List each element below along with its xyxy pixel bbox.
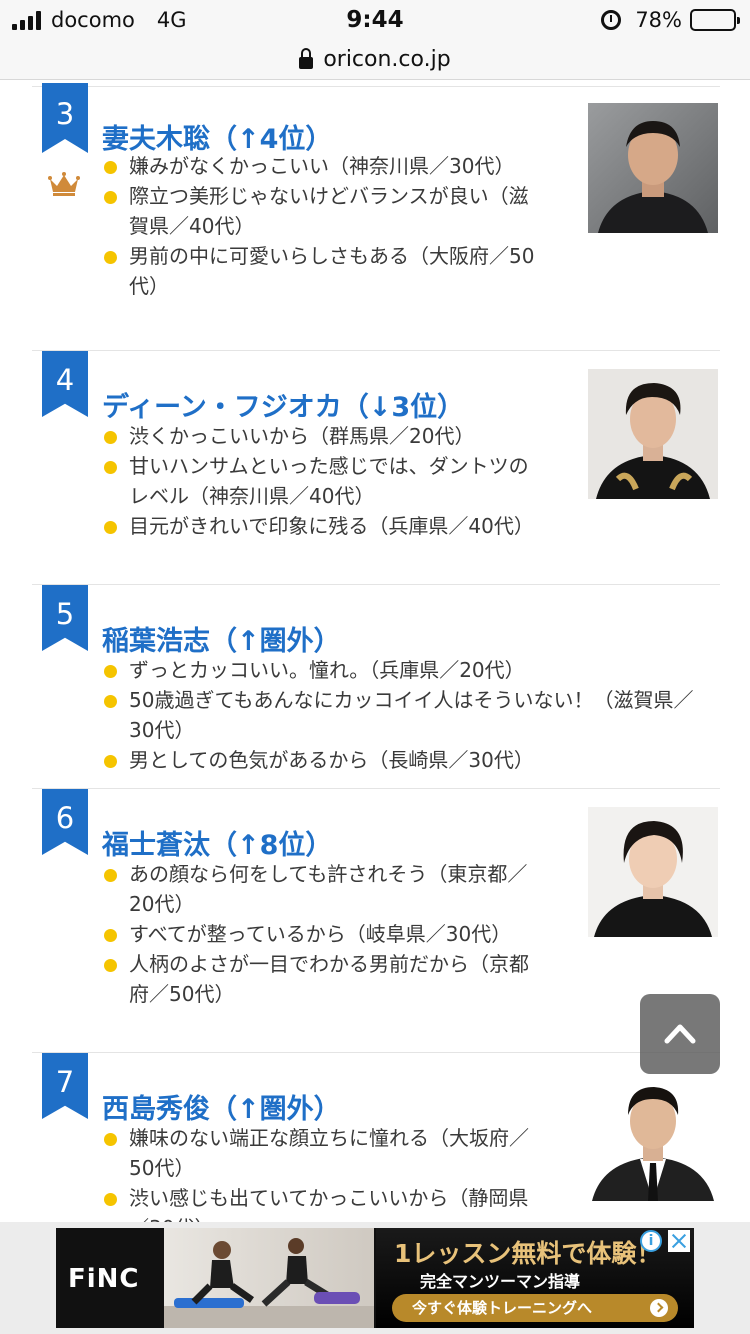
- chevron-up-icon: [664, 1024, 696, 1044]
- ad-info-icon[interactable]: i: [640, 1230, 662, 1252]
- ranking-item: 6 福士蒼汰（↑8位） あの顔なら何をしても許されそう（東京都／20代） すべて…: [32, 788, 720, 1052]
- crown-icon: [48, 172, 80, 196]
- ad-cta-button[interactable]: 今すぐ体験トレーニングへ: [392, 1294, 678, 1322]
- comment: 目元がきれいで印象に残る（兵庫県／40代）: [102, 511, 542, 541]
- url-domain: oricon.co.jp: [323, 47, 451, 72]
- chevron-right-icon: [650, 1299, 668, 1317]
- battery-icon: [690, 9, 740, 31]
- lock-icon: [299, 47, 314, 69]
- comment: 人柄のよさが一目でわかる男前だから（京都府／50代）: [102, 949, 542, 1009]
- item-title[interactable]: ディーン・フジオカ（↓3位）: [102, 385, 464, 424]
- ad-subline: 完全マンツーマン指導: [420, 1272, 581, 1291]
- rank-badge: 6: [42, 789, 88, 855]
- ad-close-icon[interactable]: [668, 1230, 690, 1252]
- comment-list: 嫌みがなくかっこいい（神奈川県／30代） 際立つ美形じゃないけどバランスが良い（…: [102, 151, 542, 301]
- ranking-item: 7 西島秀俊（↑圏外） 嫌味のない端正な顔立ちに憧れる（大坂府／50代） 渋い感…: [32, 1052, 720, 1222]
- person-photo[interactable]: [588, 103, 718, 233]
- item-title[interactable]: 西島秀俊（↑圏外）: [102, 1087, 341, 1126]
- comment: 嫌みがなくかっこいい（神奈川県／30代）: [102, 151, 542, 181]
- comment: 嫌味のない端正な顔立ちに憧れる（大坂府／50代）: [102, 1123, 542, 1183]
- rank-badge: 7: [42, 1053, 88, 1119]
- comment: 渋い感じも出ていてかっこいいから（静岡県／30代）: [102, 1183, 542, 1222]
- comment-list: 嫌味のない端正な顔立ちに憧れる（大坂府／50代） 渋い感じも出ていてかっこいいか…: [102, 1123, 542, 1222]
- rank-badge: 5: [42, 585, 88, 651]
- comment: 際立つ美形じゃないけどバランスが良い（滋賀県／40代）: [102, 181, 542, 241]
- person-photo[interactable]: [588, 369, 718, 499]
- item-title[interactable]: 稲葉浩志（↑圏外）: [102, 619, 341, 658]
- item-title[interactable]: 福士蒼汰（↑8位）: [102, 823, 332, 862]
- ranking-item: 5 稲葉浩志（↑圏外） ずっとカッコいい。憧れ。（兵庫県／20代） 50歳過ぎて…: [32, 584, 720, 788]
- status-bar: docomo 4G 9:44 78%: [0, 0, 750, 40]
- alarm-icon: [601, 10, 622, 30]
- address-bar[interactable]: oricon.co.jp: [0, 40, 750, 80]
- comment: ずっとカッコいい。憧れ。（兵庫県／20代）: [102, 655, 712, 685]
- ranking-item: 4 ディーン・フジオカ（↓3位） 渋くかっこいいから（群馬県／20代） 甘いハン…: [32, 350, 720, 584]
- ad-photo: [164, 1228, 374, 1328]
- ad-cta-label: 今すぐ体験トレーニングへ: [412, 1299, 593, 1317]
- battery-percent: 78%: [635, 8, 682, 32]
- ad-brand-logo: FiNC: [68, 1264, 140, 1294]
- rank-badge: 4: [42, 351, 88, 417]
- ranking-list: 3 妻夫木聡（↑4位） 嫌みがなくかっこいい（神奈川県／30代） 際立つ美形じゃ…: [0, 82, 750, 1222]
- comment: あの顔なら何をしても許されそう（東京都／20代）: [102, 859, 542, 919]
- comment-list: 渋くかっこいいから（群馬県／20代） 甘いハンサムといった感じでは、ダントツのレ…: [102, 421, 542, 541]
- person-photo[interactable]: [588, 1071, 718, 1201]
- comment: 渋くかっこいいから（群馬県／20代）: [102, 421, 542, 451]
- comment-list: ずっとカッコいい。憧れ。（兵庫県／20代） 50歳過ぎてもあんなにカッコイイ人は…: [102, 655, 712, 775]
- rank-badge: 3: [42, 83, 88, 153]
- comment: すべてが整っているから（岐阜県／30代）: [102, 919, 542, 949]
- comment: 甘いハンサムといった感じでは、ダントツのレベル（神奈川県／40代）: [102, 451, 542, 511]
- ranking-item: 3 妻夫木聡（↑4位） 嫌みがなくかっこいい（神奈川県／30代） 際立つ美形じゃ…: [32, 83, 720, 350]
- person-photo[interactable]: [588, 807, 718, 937]
- ad-banner[interactable]: FiNC 1レッスン無料で体験！ 完全マンツーマン指導 今すぐ体験トレーニングへ…: [56, 1228, 694, 1328]
- scroll-to-top-button[interactable]: [640, 994, 720, 1074]
- comment-list: あの顔なら何をしても許されそう（東京都／20代） すべてが整っているから（岐阜県…: [102, 859, 542, 1009]
- comment: 男前の中に可愛いらしさもある（大阪府／50代）: [102, 241, 542, 301]
- comment: 男としての色気があるから（長崎県／30代）: [102, 745, 712, 775]
- ad-headline: 1レッスン無料で体験！: [394, 1239, 662, 1268]
- comment: 50歳過ぎてもあんなにカッコイイ人はそういない！（滋賀県／30代）: [102, 685, 712, 745]
